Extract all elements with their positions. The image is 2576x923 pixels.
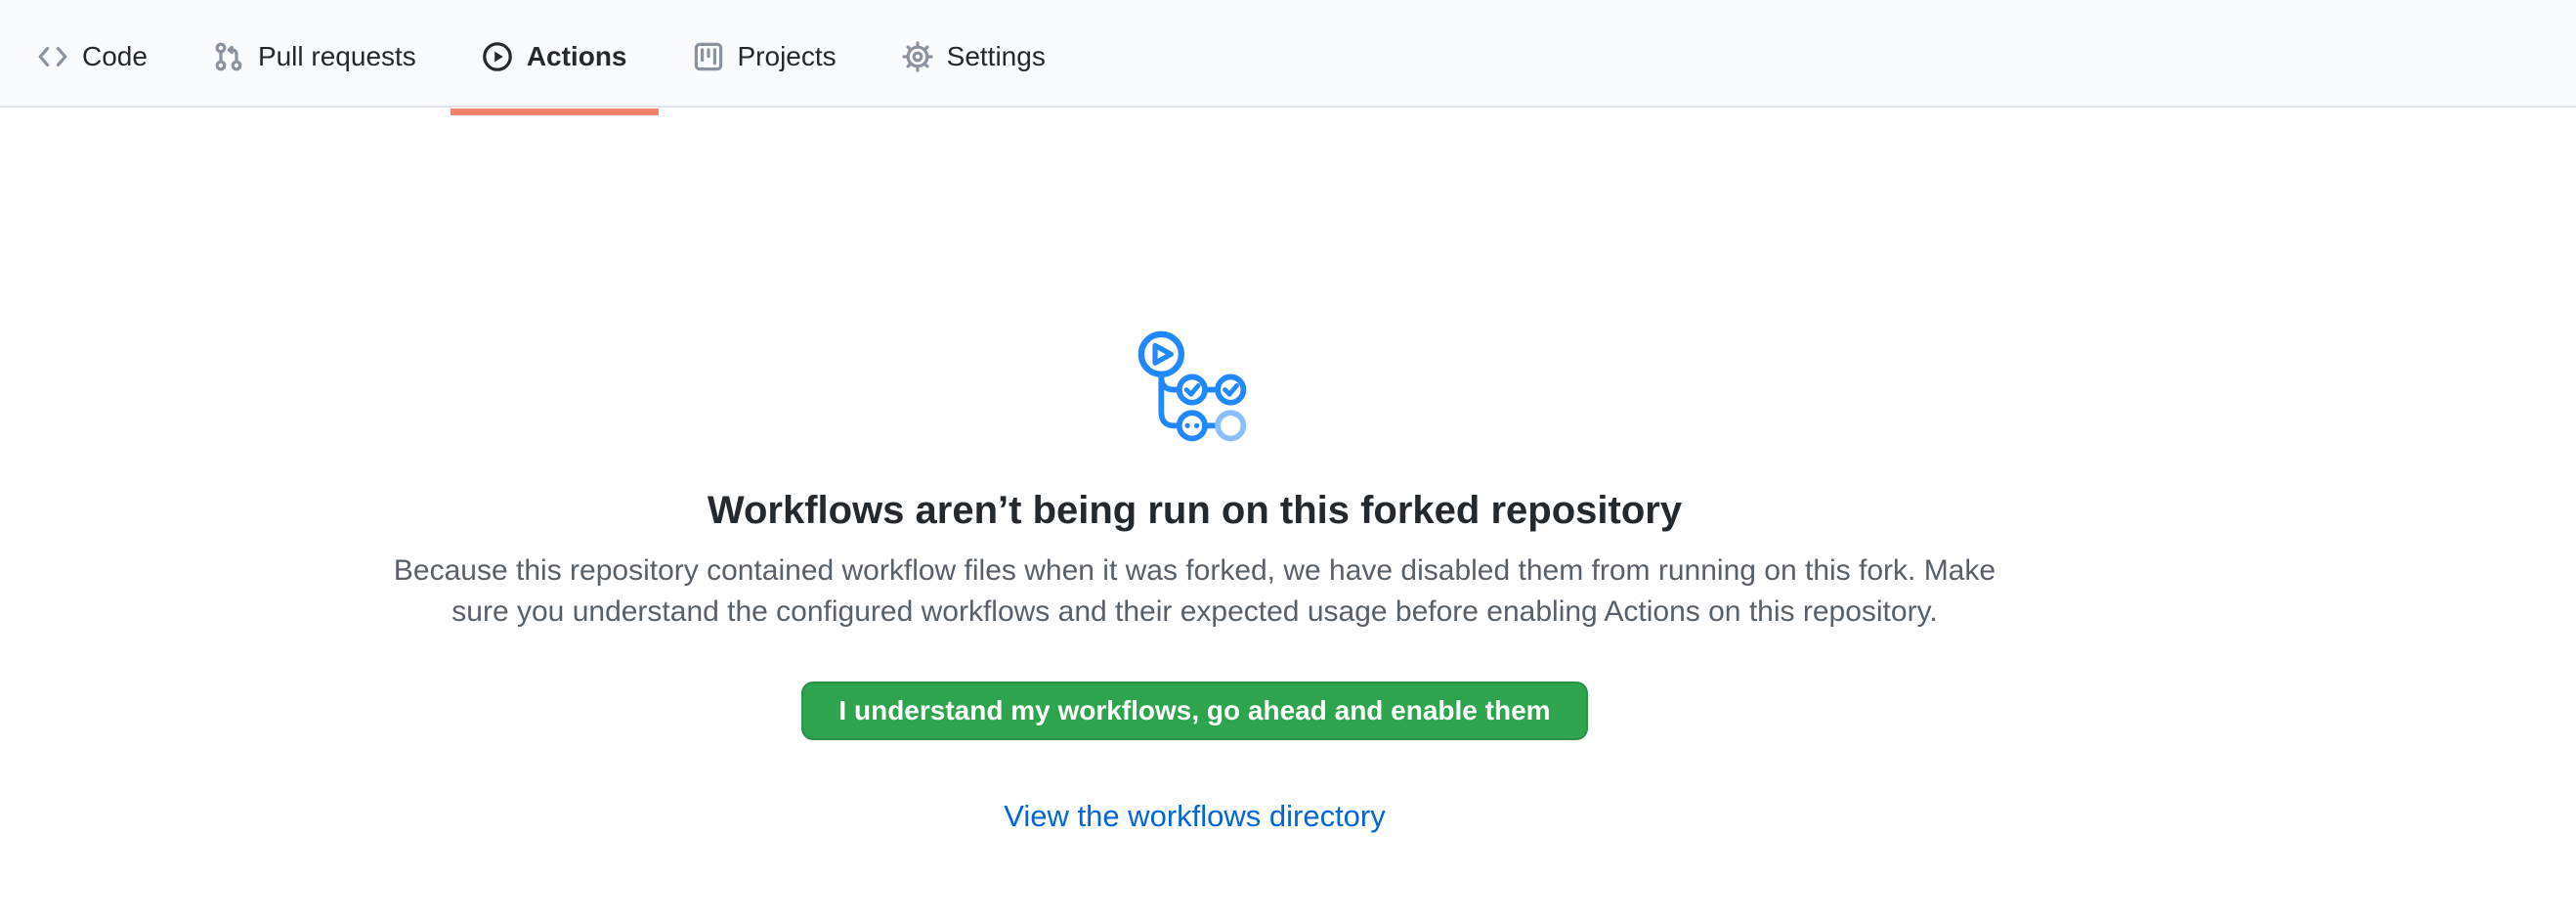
gear-icon xyxy=(902,41,933,72)
tab-label: Settings xyxy=(947,43,1046,70)
tab-label: Actions xyxy=(527,43,627,70)
tab-code[interactable]: Code xyxy=(6,8,179,106)
tab-pull-requests[interactable]: Pull requests xyxy=(182,8,448,106)
actions-blankslate: Workflows aren’t being run on this forke… xyxy=(0,108,2389,834)
git-pull-request-icon xyxy=(213,41,244,72)
project-board-icon xyxy=(693,41,724,72)
code-icon xyxy=(37,41,68,72)
view-workflows-directory-link[interactable]: View the workflows directory xyxy=(1004,799,1386,834)
repo-tab-bar: Code Pull requests Actions Projects xyxy=(0,0,2576,108)
tab-projects[interactable]: Projects xyxy=(662,8,868,106)
tab-settings[interactable]: Settings xyxy=(871,8,1077,106)
tab-label: Pull requests xyxy=(258,43,416,70)
tab-label: Projects xyxy=(738,43,837,70)
enable-workflows-button[interactable]: I understand my workflows, go ahead and … xyxy=(801,681,1587,740)
blankslate-description: Because this repository contained workfl… xyxy=(394,550,1996,633)
blankslate-title: Workflows aren’t being run on this forke… xyxy=(708,486,1682,535)
play-circle-icon xyxy=(482,41,513,72)
tab-actions[interactable]: Actions xyxy=(451,8,659,106)
tab-label: Code xyxy=(82,43,148,70)
workflow-graph-icon xyxy=(1135,328,1256,443)
